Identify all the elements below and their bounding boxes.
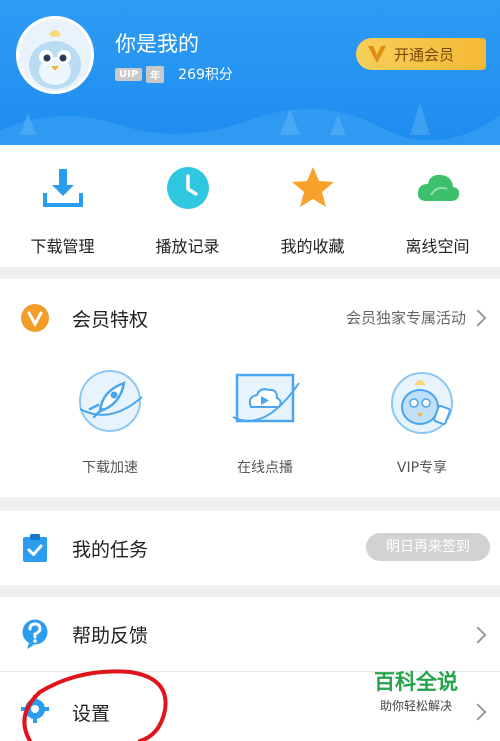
- quick-favorites-label: 我的收藏: [280, 237, 345, 256]
- vip-exclusive-label: VIP专享: [396, 460, 448, 476]
- help-feedback-title: 帮助反馈: [72, 625, 149, 647]
- rocket-icon: [79, 370, 143, 432]
- profile-header: 你是我的 UIP 年 269积分 开通会员: [0, 0, 500, 145]
- quick-favorites[interactable]: 我的收藏: [250, 165, 375, 257]
- vip-privileges-title: 会员特权: [72, 309, 149, 331]
- screen-play-icon: [232, 373, 300, 423]
- clipboard-check-icon: [23, 534, 47, 562]
- watermark-logo: 百科全说 助你轻松解决: [366, 666, 466, 714]
- quick-download-label: 下载管理: [30, 237, 95, 256]
- cloud-icon: [417, 174, 459, 201]
- quick-play-history[interactable]: 播放记录: [125, 165, 250, 257]
- vip-online-vod[interactable]: 在线点播: [205, 363, 325, 477]
- watermark-title: 百科全说: [374, 670, 458, 694]
- avatar[interactable]: [16, 16, 94, 94]
- user-badges: UIP 年 269积分: [115, 64, 233, 84]
- download-icon: [42, 169, 83, 207]
- vip-privileges-card: 会员特权 会员独家专属活动 下载加速 在线点播 VIP专享: [0, 279, 500, 497]
- checkin-tomorrow-button[interactable]: 明日再来签到: [366, 533, 490, 561]
- chevron-right-icon: [469, 309, 487, 327]
- vip-online-vod-label: 在线点播: [237, 460, 293, 476]
- username: 你是我的: [115, 32, 199, 56]
- chevron-right-icon: [469, 703, 487, 721]
- help-question-icon: [22, 619, 48, 649]
- star-icon: [291, 167, 334, 207]
- points-text: 269积分: [178, 67, 233, 83]
- open-vip-label: 开通会员: [394, 46, 455, 64]
- header-background-trees: [0, 103, 500, 145]
- open-vip-button[interactable]: 开通会员: [356, 38, 486, 70]
- vip-circle-icon: [21, 304, 49, 332]
- chevron-right-icon: [469, 626, 487, 644]
- vip-download-boost[interactable]: 下载加速: [50, 363, 170, 477]
- mascot-icon: [391, 372, 453, 434]
- quick-history-label: 播放记录: [155, 237, 220, 256]
- vip-download-boost-label: 下载加速: [82, 460, 138, 476]
- vip-v-icon: [368, 46, 386, 63]
- quick-offline-space[interactable]: 离线空间: [375, 165, 500, 257]
- badge-uip: UIP: [115, 67, 143, 81]
- badge-year: 年: [146, 65, 165, 83]
- my-tasks-row[interactable]: 我的任务 明日再来签到: [0, 511, 500, 585]
- red-annotation-circle: [22, 669, 168, 741]
- watermark-subtitle: 助你轻松解决: [379, 699, 452, 713]
- vip-exclusive-activities-link[interactable]: 会员独家专属活动: [346, 307, 466, 328]
- clock-icon: [166, 167, 209, 209]
- vip-privileges-header[interactable]: 会员特权 会员独家专属活动: [0, 279, 500, 355]
- quick-actions: 下载管理 播放记录 我的收藏 离线空间: [0, 145, 500, 267]
- quick-download-manager[interactable]: 下载管理: [0, 165, 125, 257]
- vip-exclusive[interactable]: VIP专享: [362, 363, 482, 477]
- quick-offline-label: 离线空间: [405, 237, 470, 256]
- my-tasks-title: 我的任务: [72, 539, 149, 561]
